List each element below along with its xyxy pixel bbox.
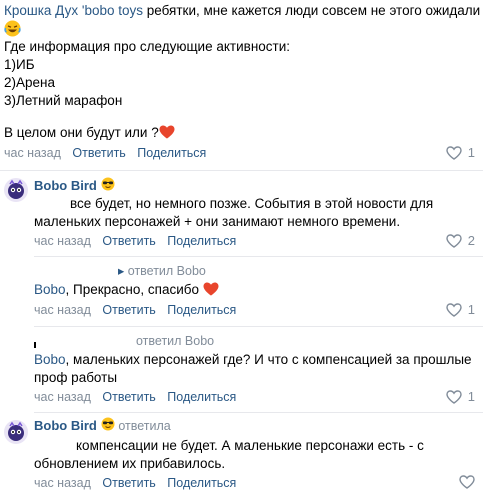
- comment-4-text-line1-wrap: Bobo, маленьких персонажей где? И что с …: [34, 351, 472, 369]
- sunglasses-emoji-icon: [101, 417, 115, 436]
- comment-1-text-line5: 3)Летний марафон: [4, 93, 123, 108]
- comment-4-replied-to[interactable]: ответил Bobo: [136, 334, 214, 348]
- comment-1-author[interactable]: Крошка Дух 'bobo toys: [4, 3, 143, 18]
- comment-1-reply-button[interactable]: Ответить: [72, 146, 125, 160]
- comment-3-header: ▸ ответил Bobo: [118, 263, 206, 279]
- comment-1-first-line: Крошка Дух 'bobo toys ребятки, мне кажет…: [4, 2, 480, 20]
- comment-2-reply-button[interactable]: Ответить: [102, 234, 155, 248]
- heart-outline-icon: [446, 145, 462, 160]
- comment-5-header: Bobo Bird ответила: [34, 417, 171, 436]
- comment-4-like-count: 1: [467, 389, 475, 404]
- comment-5-text-line1-wrap: компенсации не будет. А маленькие персон…: [34, 437, 424, 455]
- avatar[interactable]: [4, 178, 28, 202]
- comment-5-text-line2: обновлением их прибавилось.: [34, 456, 226, 471]
- comment-3-like-button[interactable]: 1: [446, 302, 475, 317]
- comment-1-text-line4: 2)Арена: [4, 75, 55, 90]
- comment-1-time[interactable]: час назад: [4, 146, 61, 160]
- comment-5-author[interactable]: Bobo Bird: [34, 418, 97, 433]
- comment-1-like-count: 1: [467, 145, 475, 160]
- comment-2-text-line2: маленьких персонажей + они занимают немн…: [34, 214, 401, 229]
- comment-5-text-line1: компенсации не будет. А маленькие персон…: [76, 438, 424, 453]
- comment-3-mention[interactable]: Bobo: [34, 282, 66, 297]
- comment-1-question: В целом они будут или ?: [4, 125, 159, 140]
- red-heart-emoji-icon: [159, 125, 175, 144]
- sunglasses-emoji-icon: [101, 177, 115, 196]
- heart-outline-icon: [459, 475, 475, 489]
- comment-2-text-line1-wrap: все будет, но немного позже. События в э…: [34, 195, 433, 213]
- comment-2-time[interactable]: час назад: [34, 234, 91, 248]
- comment-4-text-line2: проф работы: [34, 370, 118, 385]
- separator: [34, 256, 483, 257]
- comment-4-share-button[interactable]: Поделиться: [167, 390, 236, 404]
- comment-2-author[interactable]: Bobo Bird: [34, 178, 97, 193]
- comment-4-mention[interactable]: Bobo: [34, 352, 66, 367]
- comment-4-like-button[interactable]: 1: [446, 389, 475, 404]
- comment-4-time[interactable]: час назад: [34, 390, 91, 404]
- comment-5-replied-to[interactable]: ответила: [118, 419, 170, 433]
- comment-1-text-line3: 1)ИБ: [4, 57, 35, 72]
- comment-2-like-count: 2: [467, 233, 475, 248]
- cursor-mark: [34, 342, 36, 348]
- heart-outline-icon: [446, 389, 462, 404]
- comment-3-meta: час назад Ответить Поделиться: [34, 302, 236, 318]
- comment-5-time[interactable]: час назад: [34, 476, 91, 490]
- comment-1-text-line6: В целом они будут или ?: [4, 124, 175, 144]
- comment-2-text-line1: все будет, но немного позже. События в э…: [70, 196, 434, 211]
- comment-3-replied-to[interactable]: ответил Bobo: [128, 264, 206, 278]
- comment-1-text-line2: Где информация про следующие активности:: [4, 39, 291, 54]
- comment-2-share-button[interactable]: Поделиться: [167, 234, 236, 248]
- comment-5-reply-button[interactable]: Ответить: [102, 476, 155, 490]
- separator: [34, 326, 483, 327]
- reply-arrow-icon: ▸: [118, 264, 125, 278]
- comment-5-share-button[interactable]: Поделиться: [167, 476, 236, 490]
- comment-1-share-button[interactable]: Поделиться: [137, 146, 206, 160]
- red-heart-emoji-icon: [203, 282, 219, 301]
- separator: [34, 412, 483, 413]
- comment-1-text-line1: ребятки, мне кажется люди совсем не этог…: [146, 3, 481, 18]
- comment-3-like-count: 1: [467, 302, 475, 317]
- comment-4-text-line1: , маленьких персонажей где? И что с комп…: [65, 352, 472, 367]
- comment-4-reply-button[interactable]: Ответить: [102, 390, 155, 404]
- comment-4-meta: час назад Ответить Поделиться: [34, 389, 236, 405]
- comment-3-text: , Прекрасно, спасибо: [65, 282, 199, 297]
- comment-3-text-wrap: Bobo, Прекрасно, спасибо: [34, 281, 219, 301]
- comment-4-header: ответил Bobo: [136, 333, 214, 349]
- comment-3-share-button[interactable]: Поделиться: [167, 303, 236, 317]
- comment-3-time[interactable]: час назад: [34, 303, 91, 317]
- heart-outline-icon: [446, 233, 462, 248]
- comment-5-meta: час назад Ответить Поделиться: [34, 475, 236, 491]
- comment-1-like-button[interactable]: 1: [446, 145, 475, 160]
- comment-2-like-button[interactable]: 2: [446, 233, 475, 248]
- avatar[interactable]: [4, 420, 28, 444]
- heart-outline-icon: [446, 302, 462, 317]
- comment-1-meta: час назад Ответить Поделиться: [4, 145, 206, 161]
- comment-5-like-button[interactable]: [459, 475, 475, 489]
- comment-3-reply-button[interactable]: Ответить: [102, 303, 155, 317]
- comment-2-meta: час назад Ответить Поделиться: [34, 233, 236, 249]
- comment-2-header: Bobo Bird: [34, 177, 115, 196]
- separator: [0, 170, 483, 171]
